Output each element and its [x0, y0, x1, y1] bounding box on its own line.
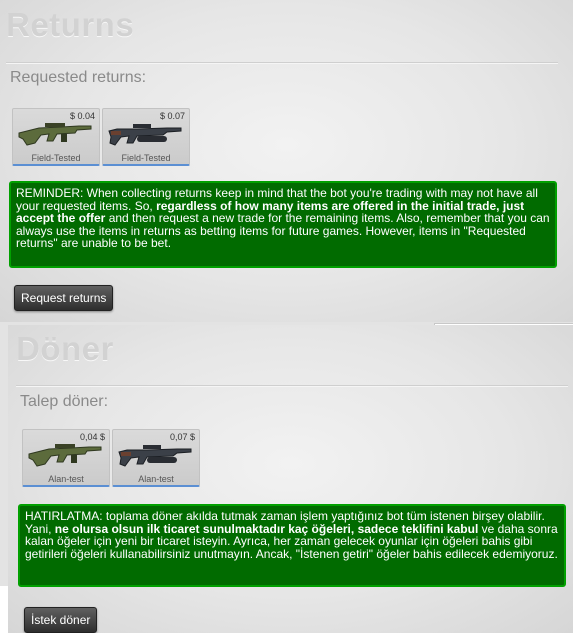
request-returns-button[interactable]: İstek döner	[24, 607, 98, 633]
rifle-famas-icon	[28, 444, 102, 467]
reminder-notice: HATIRLATMA: toplama döner akılda tutmak …	[18, 504, 566, 587]
item-wear: Field-Tested	[31, 153, 81, 163]
item-wear: Alan-test	[48, 474, 84, 484]
returns-panel-english: Returns Requested returns: $ 0.04 Field-…	[0, 0, 573, 322]
request-returns-button[interactable]: Request returns	[14, 285, 114, 311]
returned-item-1[interactable]: 0,04 $ Alan-test	[22, 429, 110, 487]
smg-bizon-icon	[108, 124, 182, 146]
returns-heading: Returns	[6, 6, 135, 43]
item-wear: Field-Tested	[121, 153, 171, 163]
item-price: $ 0.04	[69, 111, 95, 121]
returned-item-1[interactable]: $ 0.04 Field-Tested	[12, 108, 100, 166]
returns-panel-turkish: Döner Talep döner: 0,04 $ Alan-test 0,07…	[8, 325, 573, 633]
returns-heading: Döner	[16, 330, 114, 367]
item-wear: Alan-test	[138, 474, 174, 484]
requested-returns-label: Requested returns:	[10, 69, 147, 86]
page-margin	[0, 586, 8, 633]
returned-item-2[interactable]: $ 0.07 Field-Tested	[102, 108, 190, 166]
smg-bizon-icon	[118, 445, 192, 467]
item-price: 0,04 $	[79, 432, 105, 442]
divider	[6, 62, 558, 63]
returned-item-2[interactable]: 0,07 $ Alan-test	[112, 429, 200, 487]
requested-returns-label: Talep döner:	[20, 393, 109, 410]
divider	[16, 385, 568, 386]
reminder-notice: REMINDER: When collecting returns keep i…	[9, 181, 557, 268]
item-price: $ 0.07	[159, 111, 185, 121]
item-price: 0,07 $	[169, 432, 195, 442]
rifle-famas-icon	[18, 123, 92, 146]
